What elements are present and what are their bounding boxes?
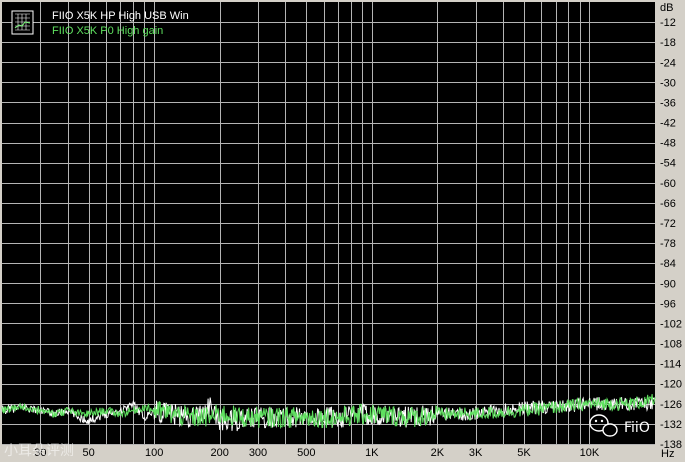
x-tick-label: 3K — [469, 447, 483, 459]
y-tick-label: -78 — [660, 238, 676, 250]
legend-entry-white: FIIO X5K HP High USB Win — [52, 10, 189, 22]
y-tick-label: -96 — [660, 298, 676, 310]
watermark-source: 小耳朵评测 — [4, 443, 74, 459]
x-tick-label: 1K — [365, 447, 379, 459]
y-tick-label: -30 — [660, 77, 676, 89]
y-tick-label: -84 — [660, 258, 676, 270]
y-tick-label: -108 — [660, 339, 682, 351]
y-axis-unit: dB — [660, 2, 673, 14]
y-tick-label: -66 — [660, 198, 676, 210]
x-tick-label: 50 — [82, 447, 94, 459]
x-tick-label: 2K — [431, 447, 445, 459]
y-tick-label: -72 — [660, 218, 676, 230]
x-tick-label: 5K — [517, 447, 531, 459]
y-tick-label: -36 — [660, 97, 676, 109]
y-tick-label: -18 — [660, 37, 676, 49]
y-tick-label: -114 — [660, 359, 681, 371]
y-tick-label: -42 — [660, 118, 676, 130]
y-tick-label: -120 — [660, 379, 682, 391]
x-tick-label: 200 — [210, 447, 228, 459]
y-tick-label: -48 — [660, 138, 676, 150]
y-tick-label: -132 — [660, 419, 682, 431]
y-tick-label: -60 — [660, 178, 676, 190]
legend-entry-green: FIIO X5K P0 High gain — [52, 25, 163, 37]
watermark-brand: FiiO — [624, 420, 650, 436]
spectrum-chart: -12 -18 -24 -30 -36 -42 -48 -54 -60 -66 -72 -78 -84 -… — [0, 0, 685, 462]
y-tick-label: -90 — [660, 278, 676, 290]
x-tick-label: 10K — [580, 447, 600, 459]
x-tick-label: 300 — [249, 447, 267, 459]
y-tick-label: -12 — [660, 17, 676, 29]
x-tick-label: 500 — [297, 447, 315, 459]
y-tick-label: -24 — [660, 57, 676, 69]
y-tick-label: -54 — [660, 158, 676, 170]
x-tick-label: 100 — [145, 447, 163, 459]
x-axis-unit: Hz — [661, 448, 674, 460]
legend-icon — [11, 10, 34, 35]
y-tick-label: -102 — [660, 318, 682, 330]
y-tick-label: -126 — [660, 399, 682, 411]
